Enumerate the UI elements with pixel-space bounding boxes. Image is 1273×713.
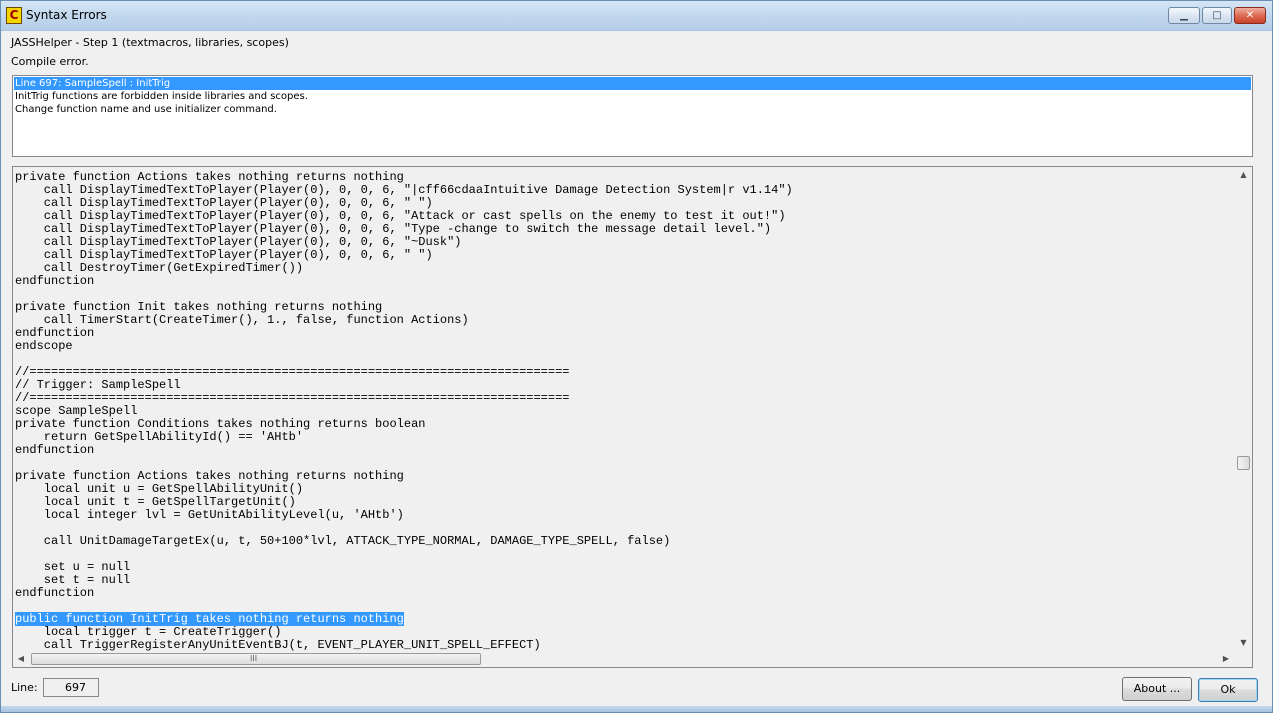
scroll-right-icon[interactable]: ▶ — [1218, 653, 1234, 667]
app-icon: C — [6, 7, 22, 24]
code-line: endscope — [15, 340, 73, 353]
scroll-down-icon[interactable]: ▼ — [1235, 637, 1252, 651]
code-line-text: return GetSpellAbilityId() == 'AHtb' — [15, 430, 304, 444]
code-line: endfunction — [15, 444, 94, 457]
code-line-text: private function Actions takes nothing r… — [15, 469, 404, 483]
code-line-text: local unit t = GetSpellTargetUnit() — [15, 495, 296, 509]
code-line-text: endfunction — [15, 274, 95, 288]
maximize-button[interactable]: □ — [1202, 7, 1232, 24]
code-line-text: private function Conditions takes nothin… — [15, 417, 426, 431]
line-label: Line: — [11, 681, 38, 694]
line-number-field[interactable]: 697 — [43, 678, 99, 697]
scroll-left-icon[interactable]: ◀ — [13, 653, 29, 667]
title-bar[interactable]: C Syntax Errors ▁ □ ✕ — [1, 1, 1272, 31]
code-line: call TriggerRegisterAnyUnitEventBJ(t, EV… — [15, 638, 541, 652]
code-line-text: //======================================… — [15, 391, 570, 405]
code-line-text: //======================================… — [15, 365, 570, 379]
code-view[interactable]: private function Actions takes nothing r… — [12, 166, 1253, 668]
code-line-text: endscope — [15, 339, 73, 353]
error-list-item[interactable]: InitTrig functions are forbidden inside … — [14, 90, 308, 103]
code-line-text: private function Init takes nothing retu… — [15, 300, 383, 314]
code-line-text: // Trigger: SampleSpell — [15, 378, 181, 392]
minimize-button[interactable]: ▁ — [1168, 7, 1200, 24]
code-line-text: call DestroyTimer(GetExpiredTimer()) — [15, 261, 304, 275]
code-line-text: call DisplayTimedTextToPlayer(Player(0),… — [15, 222, 772, 236]
error-list[interactable]: Line 697: SampleSpell : InitTrig InitTri… — [12, 75, 1253, 157]
window-bottom-border — [1, 706, 1272, 712]
code-line-text: call TriggerRegisterAnyUnitEventBJ(t, EV… — [15, 638, 541, 652]
code-line-text: set t = null — [15, 573, 131, 587]
close-icon: ✕ — [1245, 10, 1255, 21]
code-line-text: public function InitTrig takes nothing r… — [15, 612, 404, 626]
code-line: local integer lvl = GetUnitAbilityLevel(… — [15, 509, 404, 522]
about-button[interactable]: About ... — [1122, 677, 1192, 701]
vertical-scrollbar[interactable]: ▲ ▼ — [1235, 167, 1252, 651]
horizontal-scrollbar[interactable]: ◀ III ▶ — [13, 651, 1235, 667]
code-line: endfunction — [15, 587, 94, 600]
code-line-text: set u = null — [15, 560, 131, 574]
code-line-text: endfunction — [15, 443, 95, 457]
code-line-text: scope SampleSpell — [15, 404, 138, 418]
code-line-text: call DisplayTimedTextToPlayer(Player(0),… — [15, 235, 462, 249]
scroll-up-icon[interactable]: ▲ — [1235, 169, 1252, 183]
code-line-text: endfunction — [15, 586, 95, 600]
code-line-text: call TimerStart(CreateTimer(), 1., false… — [15, 313, 469, 327]
code-line-text: call DisplayTimedTextToPlayer(Player(0),… — [15, 196, 433, 210]
status-label: Compile error. — [11, 55, 89, 68]
syntax-errors-window: C Syntax Errors ▁ □ ✕ JASSHelper - Step … — [0, 0, 1273, 713]
grip-icon: III — [250, 654, 258, 663]
step-label: JASSHelper - Step 1 (textmacros, librari… — [11, 36, 289, 49]
code-line-text: call UnitDamageTargetEx(u, t, 50+100*lvl… — [15, 534, 671, 548]
code-line-text: private function Actions takes nothing r… — [15, 170, 404, 184]
error-list-item[interactable]: Change function name and use initializer… — [14, 103, 277, 116]
code-line-text: local unit u = GetSpellAbilityUnit() — [15, 482, 304, 496]
error-list-item[interactable]: Line 697: SampleSpell : InitTrig — [14, 77, 1251, 90]
code-line-text: call DisplayTimedTextToPlayer(Player(0),… — [15, 209, 786, 223]
window-title: Syntax Errors — [26, 8, 107, 22]
code-line: call UnitDamageTargetEx(u, t, 50+100*lvl… — [15, 534, 671, 548]
code-line-text: local trigger t = CreateTrigger() — [15, 625, 282, 639]
vertical-scroll-thumb[interactable] — [1237, 456, 1250, 470]
code-line: endfunction — [15, 275, 94, 288]
minimize-icon: ▁ — [1180, 10, 1188, 21]
code-line-text: call DisplayTimedTextToPlayer(Player(0),… — [15, 183, 793, 197]
ok-button[interactable]: Ok — [1198, 678, 1258, 702]
code-line-text: local integer lvl = GetUnitAbilityLevel(… — [15, 508, 404, 522]
code-text-area[interactable]: private function Actions takes nothing r… — [14, 168, 1236, 651]
maximize-icon: □ — [1212, 10, 1222, 21]
code-line-text: call DisplayTimedTextToPlayer(Player(0),… — [15, 248, 433, 262]
code-line-text: endfunction — [15, 326, 95, 340]
close-button[interactable]: ✕ — [1234, 7, 1266, 24]
scrollbar-corner — [1235, 651, 1252, 667]
horizontal-scroll-thumb[interactable]: III — [31, 653, 481, 665]
